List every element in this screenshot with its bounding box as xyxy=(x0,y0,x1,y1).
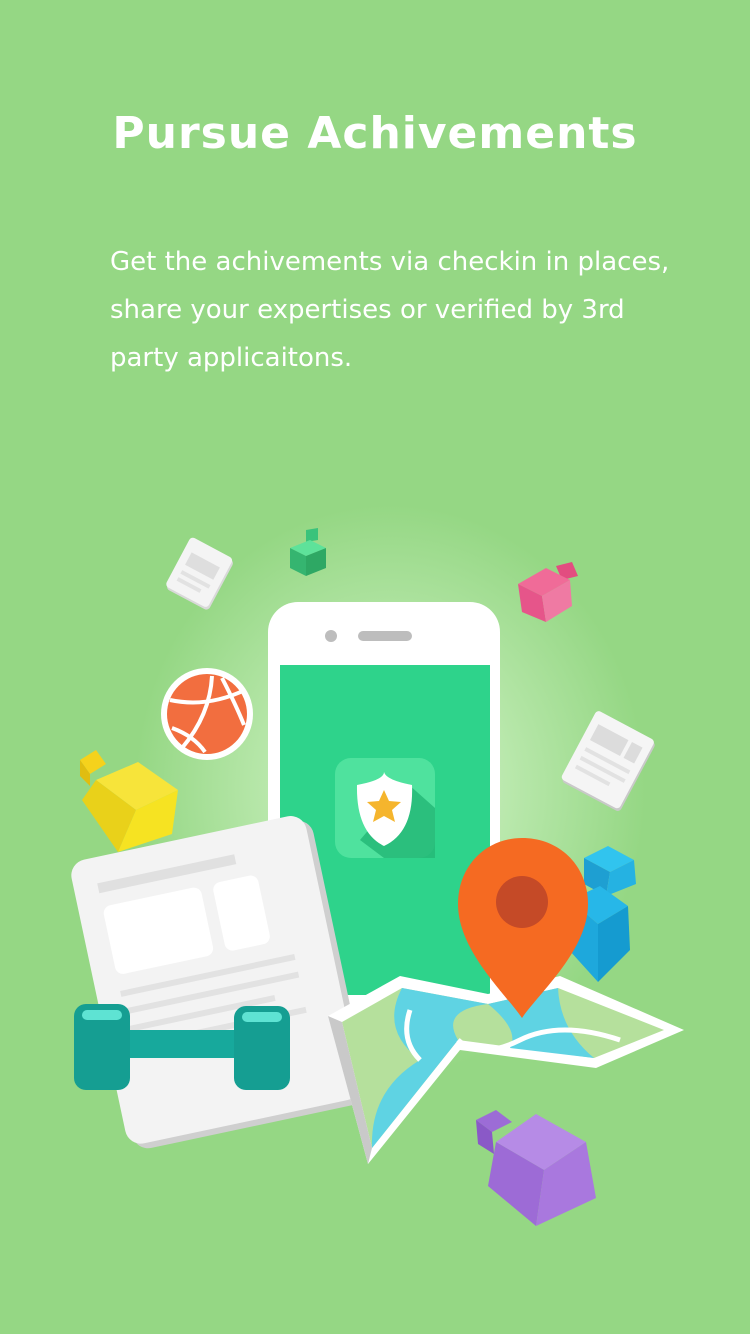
achievements-illustration xyxy=(71,528,684,1226)
pink-cube-icon xyxy=(518,562,578,622)
document-icon xyxy=(166,537,233,610)
purple-cube-icon xyxy=(476,1110,596,1226)
basketball-icon xyxy=(161,668,253,760)
newspaper-icon xyxy=(561,711,655,811)
yellow-cube-icon xyxy=(80,750,178,852)
badge-app-icon xyxy=(335,758,435,858)
green-cube-icon xyxy=(290,528,326,576)
